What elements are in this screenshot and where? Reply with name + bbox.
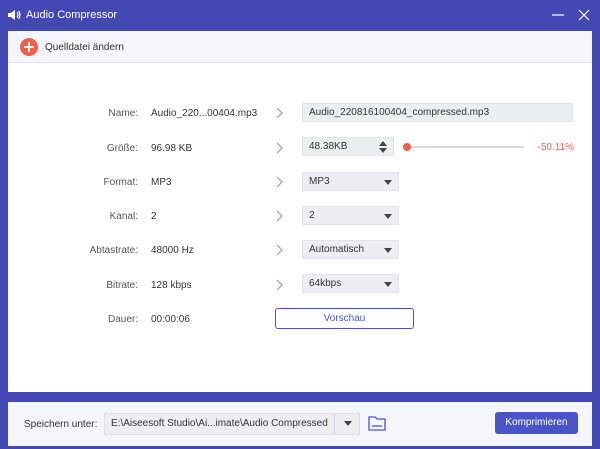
main-panel: Quelldatei ändern Name: Audio_220...0040…	[8, 31, 592, 392]
format-selected: MP3	[309, 176, 330, 187]
format-label: Format:	[103, 177, 138, 188]
folder-icon[interactable]	[368, 415, 386, 431]
size-reduction: -50.11%	[537, 142, 574, 153]
samplerate-label: Abtastrate:	[89, 245, 138, 256]
chevron-down-icon	[384, 180, 392, 185]
chevron-right-icon	[276, 176, 283, 188]
stepper-up-icon[interactable]	[379, 141, 387, 146]
save-path-field[interactable]: E:\Aiseesoft Studio\Ai...imate\Audio Com…	[104, 413, 360, 435]
channel-selected: 2	[309, 210, 315, 221]
speaker-icon	[8, 10, 21, 20]
bitrate-original: 128 kbps	[151, 280, 192, 291]
chevron-down-icon	[384, 282, 392, 287]
name-label: Name:	[108, 108, 138, 119]
chevron-down-icon	[384, 214, 392, 219]
stepper-down-icon[interactable]	[379, 148, 387, 153]
chevron-right-icon	[276, 244, 283, 256]
compress-button[interactable]: Komprimieren	[495, 412, 578, 434]
duration-original: 00:00:06	[151, 314, 190, 325]
app-window: Audio Compressor Quelldatei ändern Name:…	[0, 0, 600, 449]
preview-button[interactable]: Vorschau	[275, 308, 414, 329]
samplerate-selected: Automatisch	[309, 244, 365, 255]
chevron-right-icon	[276, 107, 283, 119]
size-slider-track[interactable]	[407, 146, 524, 148]
plus-circle-icon[interactable]	[20, 38, 38, 56]
size-slider-handle[interactable]	[403, 143, 411, 151]
output-name-field[interactable]: Audio_220816100404_compressed.mp3	[302, 103, 573, 122]
bitrate-label: Bitrate:	[106, 280, 138, 291]
duration-label: Dauer:	[107, 314, 138, 325]
source-bar: Quelldatei ändern	[8, 31, 592, 63]
title-bar: Audio Compressor	[0, 0, 600, 30]
change-source-button[interactable]: Quelldatei ändern	[45, 42, 124, 53]
bitrate-select[interactable]: 64kbps	[302, 274, 399, 293]
save-path-value: E:\Aiseesoft Studio\Ai...imate\Audio Com…	[111, 418, 328, 429]
size-stepper[interactable]: 48.38KB	[302, 137, 394, 156]
chevron-down-icon	[384, 248, 392, 253]
chevron-right-icon	[276, 142, 283, 154]
output-name-value: Audio_220816100404_compressed.mp3	[309, 107, 490, 118]
chevron-right-icon	[276, 279, 283, 291]
minimize-icon[interactable]	[550, 7, 566, 23]
size-output-value: 48.38KB	[309, 141, 348, 152]
size-original: 96.98 KB	[151, 143, 193, 154]
channel-select[interactable]: 2	[302, 206, 399, 225]
name-original: Audio_220...00404.mp3	[151, 108, 258, 119]
bitrate-selected: 64kbps	[309, 278, 342, 289]
bottom-bar: Speichern unter: E:\Aiseesoft Studio\Ai.…	[8, 402, 592, 446]
save-path-dropdown[interactable]	[334, 413, 360, 435]
save-location-label: Speichern unter:	[24, 419, 98, 430]
close-icon[interactable]	[576, 7, 592, 23]
chevron-down-icon	[344, 421, 352, 426]
format-original: MP3	[151, 177, 172, 188]
chevron-right-icon	[276, 210, 283, 222]
size-label: Größe:	[106, 143, 138, 154]
samplerate-original: 48000 Hz	[151, 245, 194, 256]
channel-original: 2	[151, 211, 157, 222]
format-select[interactable]: MP3	[302, 172, 399, 191]
channel-label: Kanal:	[109, 211, 138, 222]
window-title: Audio Compressor	[26, 9, 118, 21]
samplerate-select[interactable]: Automatisch	[302, 240, 399, 259]
